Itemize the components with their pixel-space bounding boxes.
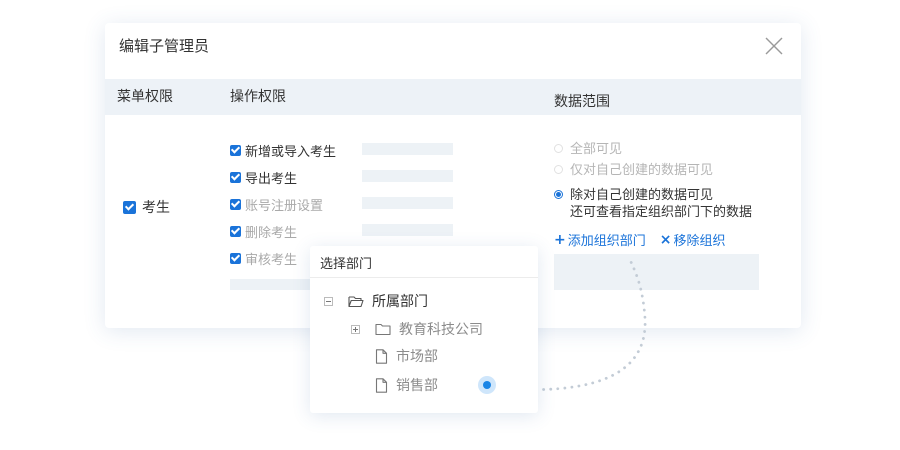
add-org-dept-button[interactable]: + 添加组织部门: [554, 230, 646, 250]
scope-label: 全部可见: [570, 142, 623, 157]
operation-item-add-import[interactable]: 新增或导入考生: [230, 141, 336, 160]
tree-node-label: 市场部: [396, 349, 438, 365]
tree-node-sales[interactable]: 销售部: [375, 375, 438, 395]
scope-radio-selected[interactable]: [554, 190, 563, 199]
expand-toggle[interactable]: [351, 324, 360, 334]
tree-node-label: 教育科技公司: [399, 322, 483, 338]
collapse-toggle[interactable]: [324, 296, 333, 306]
operation-label: 新增或导入考生: [245, 145, 337, 160]
column-header-scope: 数据范围: [554, 94, 610, 110]
dept-selector-header: 选择部门: [310, 246, 538, 278]
operation-item-export[interactable]: 导出考生: [230, 168, 297, 187]
column-header-menu: 菜单权限: [117, 89, 173, 105]
placeholder-bar: [362, 197, 453, 209]
scope-label: 仅对自己创建的数据可见: [570, 163, 714, 178]
operation-item-delete[interactable]: 删除考生: [230, 222, 297, 241]
remove-org-label: 移除组织: [673, 234, 726, 249]
tree-node-edu-tech[interactable]: 教育科技公司: [351, 319, 483, 339]
operation-label: 账号注册设置: [245, 199, 324, 214]
operation-label: 删除考生: [245, 226, 298, 241]
remove-icon: ×: [659, 231, 672, 248]
tree-node-marketing[interactable]: 市场部: [375, 346, 438, 366]
menu-permission-item[interactable]: 考生: [123, 197, 170, 217]
folder-open-icon: [348, 295, 364, 307]
add-org-dept-label: 添加组织部门: [567, 234, 646, 249]
close-icon[interactable]: [763, 35, 785, 57]
operation-label: 审核考生: [245, 253, 298, 268]
connector-dot-center: [483, 381, 491, 389]
placeholder-bar: [362, 224, 453, 236]
remove-org-button[interactable]: × 移除组织: [659, 230, 726, 250]
file-icon: [375, 377, 388, 393]
placeholder-bar: [362, 143, 453, 155]
operation-item-registration-settings[interactable]: 账号注册设置: [230, 195, 323, 214]
operation-item-review[interactable]: 审核考生: [230, 249, 297, 268]
column-header-band: [105, 79, 801, 115]
dialog-title: 编辑子管理员: [119, 37, 210, 55]
dept-selector-dropdown: 选择部门 所属部门 教育科技公司 市场部 销售部: [310, 246, 538, 413]
operation-checkbox[interactable]: [230, 253, 241, 264]
scope-label-line1: 除对自己创建的数据可见: [570, 188, 714, 203]
folder-icon: [375, 323, 391, 335]
connector-dot: [478, 376, 496, 394]
tree-node-label: 销售部: [396, 378, 438, 394]
scope-label: 除对自己创建的数据可见 还可查看指定组织部门下的数据: [570, 187, 752, 221]
scope-option-own-plus-dept[interactable]: 除对自己创建的数据可见 还可查看指定组织部门下的数据: [554, 187, 752, 221]
plus-icon: +: [554, 231, 566, 248]
scope-option-own[interactable]: 仅对自己创建的数据可见: [554, 162, 713, 179]
scope-actions: + 添加组织部门 × 移除组织: [554, 230, 726, 250]
tree-node-root[interactable]: 所属部门: [324, 291, 428, 311]
file-icon: [375, 348, 388, 364]
menu-permission-checkbox[interactable]: [123, 200, 136, 214]
scope-radio[interactable]: [554, 144, 563, 153]
tree-node-label: 所属部门: [372, 294, 428, 310]
operation-checkbox[interactable]: [230, 199, 241, 210]
menu-permission-label: 考生: [142, 200, 170, 216]
scope-radio[interactable]: [554, 165, 563, 174]
operation-checkbox[interactable]: [230, 145, 241, 156]
dept-selector-title: 选择部门: [320, 257, 373, 272]
scope-option-all[interactable]: 全部可见: [554, 141, 622, 158]
scope-label-line2: 还可查看指定组织部门下的数据: [570, 205, 753, 220]
operation-label: 导出考生: [245, 172, 298, 187]
placeholder-bar: [362, 170, 453, 182]
operation-checkbox[interactable]: [230, 172, 241, 183]
operation-checkbox[interactable]: [230, 226, 241, 237]
column-header-operation: 操作权限: [230, 89, 286, 105]
selected-dept-box[interactable]: [554, 254, 759, 290]
